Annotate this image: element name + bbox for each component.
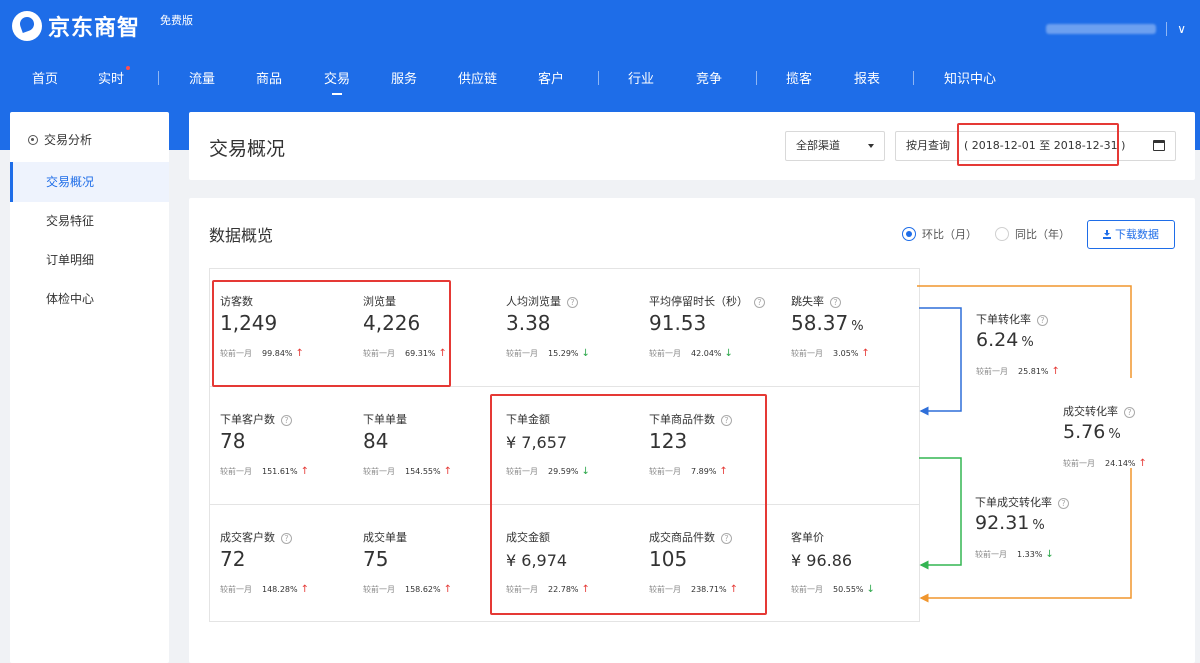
main-nav: 首页 实时 流量 商品 交易 服务 供应链 客户 行业 竞争 揽客 报表 知识中…	[0, 60, 1200, 96]
radio-mom-label: 环比（月）	[922, 228, 977, 241]
sidebar-item-trade-features[interactable]: 交易特征	[10, 201, 169, 241]
section-title: 数据概览	[209, 226, 274, 245]
channel-select-value: 全部渠道	[796, 139, 840, 152]
arrow-up-icon: ↑	[443, 466, 452, 477]
radio-yoy[interactable]	[995, 227, 1009, 241]
nav-traffic[interactable]: 流量	[189, 68, 215, 87]
metric-avg-order-value: 客单价 ¥ 96.86 较前一月 50.55% ↓	[791, 531, 875, 595]
arrow-down-icon: ↓	[1045, 549, 1054, 560]
calendar-icon[interactable]	[1153, 140, 1165, 151]
compare-mode-radios: 环比（月） 同比（年）	[902, 226, 1088, 242]
arrow-down-icon: ↓	[866, 584, 875, 595]
chevron-down-icon[interactable]: ∨	[1177, 22, 1186, 36]
arrow-up-icon: ↑	[861, 348, 870, 359]
metric-grid: 访客数 1,249 较前一月 99.84% ↑ 浏览量 4,226 较前一月 69.3…	[209, 268, 920, 622]
nav-customer[interactable]: 客户	[538, 68, 564, 87]
notification-dot	[126, 66, 131, 70]
edition-badge: 免费版	[160, 14, 193, 27]
nav-divider	[158, 71, 159, 85]
jd-logo-icon	[12, 11, 42, 41]
radio-yoy-label: 同比（年）	[1015, 228, 1070, 241]
nav-supply-chain[interactable]: 供应链	[458, 68, 497, 87]
sidebar-item-checkup-center[interactable]: 体检中心	[10, 279, 169, 319]
arrow-down-icon: ↓	[724, 348, 733, 359]
help-icon[interactable]: ?	[754, 297, 765, 308]
nav-knowledge-center[interactable]: 知识中心	[944, 68, 996, 87]
brand-name: 京东商智	[48, 16, 141, 41]
sidebar: 交易分析 交易概况 交易特征 订单明细 体检中心	[10, 112, 169, 663]
help-icon[interactable]: ?	[1037, 315, 1048, 326]
nav-trade[interactable]: 交易	[324, 68, 350, 87]
metric-order-count: 下单单量 84 较前一月 154.55% ↑	[363, 413, 452, 477]
arrow-up-icon: ↑	[1051, 366, 1060, 377]
nav-competition[interactable]: 竞争	[696, 68, 722, 87]
nav-reports[interactable]: 报表	[854, 68, 880, 87]
caret-down-icon	[868, 144, 874, 148]
flow-line-green	[919, 457, 962, 570]
arrow-down-icon: ↓	[581, 348, 590, 359]
nav-realtime[interactable]: 实时	[98, 66, 131, 87]
help-icon[interactable]: ?	[281, 533, 292, 544]
flow-line-blue	[919, 307, 962, 416]
help-icon[interactable]: ?	[1124, 407, 1135, 418]
title-card: 交易概况 全部渠道 按月查询 ( 2018-12-01 至 2018-12-31…	[189, 112, 1195, 180]
date-query-mode: 按月查询	[906, 139, 950, 152]
nav-home[interactable]: 首页	[32, 68, 58, 87]
nav-product[interactable]: 商品	[256, 68, 282, 87]
help-icon[interactable]: ?	[1058, 498, 1069, 509]
metric-order-customers: 下单客户数? 78 较前一月 151.61% ↑	[220, 413, 309, 477]
data-overview-card: 数据概览 环比（月） 同比（年） 下载数据 访客数 1,249 较前一月 99.8…	[189, 198, 1195, 663]
arrow-up-icon: ↑	[300, 466, 309, 477]
download-icon	[1103, 230, 1111, 239]
user-divider	[1166, 22, 1168, 36]
radio-mom[interactable]	[902, 227, 916, 241]
arrow-up-icon: ↑	[443, 584, 452, 595]
metric-avg-pageviews: 人均浏览量? 3.38 较前一月 15.29% ↓	[506, 295, 590, 359]
brand-logo[interactable]: 京东商智	[12, 10, 140, 42]
highlight-box-amount	[490, 394, 767, 615]
sidebar-item-order-details[interactable]: 订单明细	[10, 240, 169, 280]
sidebar-item-trade-overview[interactable]: 交易概况	[10, 162, 169, 202]
flow-deal-conversion: 成交转化率? 5.76% 较前一月 24.14% ↑	[1063, 405, 1147, 469]
channel-select[interactable]: 全部渠道	[785, 131, 885, 161]
metric-bounce-rate: 跳失率? 58.37% 较前一月 3.05% ↑	[791, 295, 870, 359]
nav-industry[interactable]: 行业	[628, 68, 654, 87]
flow-order-to-deal-conversion: 下单成交转化率? 92.31% 较前一月 1.33% ↓	[975, 494, 1115, 564]
arrow-up-icon: ↑	[300, 584, 309, 595]
highlight-box-traffic	[212, 280, 451, 387]
page-title: 交易概况	[209, 138, 286, 160]
highlight-box-date	[957, 123, 1119, 166]
help-icon[interactable]: ?	[830, 297, 841, 308]
metric-deal-customers: 成交客户数? 72 较前一月 148.28% ↑	[220, 531, 309, 595]
nav-divider	[598, 71, 599, 85]
download-data-button[interactable]: 下载数据	[1087, 220, 1175, 249]
help-icon[interactable]: ?	[567, 297, 578, 308]
user-menu[interactable]: ∨	[1046, 22, 1186, 36]
sidebar-title: 交易分析	[28, 131, 92, 148]
nav-acquire[interactable]: 揽客	[786, 68, 812, 87]
arrow-up-icon: ↑	[1138, 458, 1147, 469]
nav-divider	[756, 71, 757, 85]
shop-name-redacted	[1046, 24, 1157, 34]
analysis-icon	[28, 134, 38, 145]
metric-avg-stay: 平均停留时长（秒）? 91.53 较前一月 42.04% ↓	[649, 293, 789, 393]
help-icon[interactable]: ?	[281, 415, 292, 426]
nav-divider	[913, 71, 914, 85]
nav-service[interactable]: 服务	[391, 68, 417, 87]
metric-deal-count: 成交单量 75 较前一月 158.62% ↑	[363, 531, 452, 595]
flow-order-conversion: 下单转化率? 6.24% 较前一月 25.81% ↑	[976, 313, 1060, 377]
